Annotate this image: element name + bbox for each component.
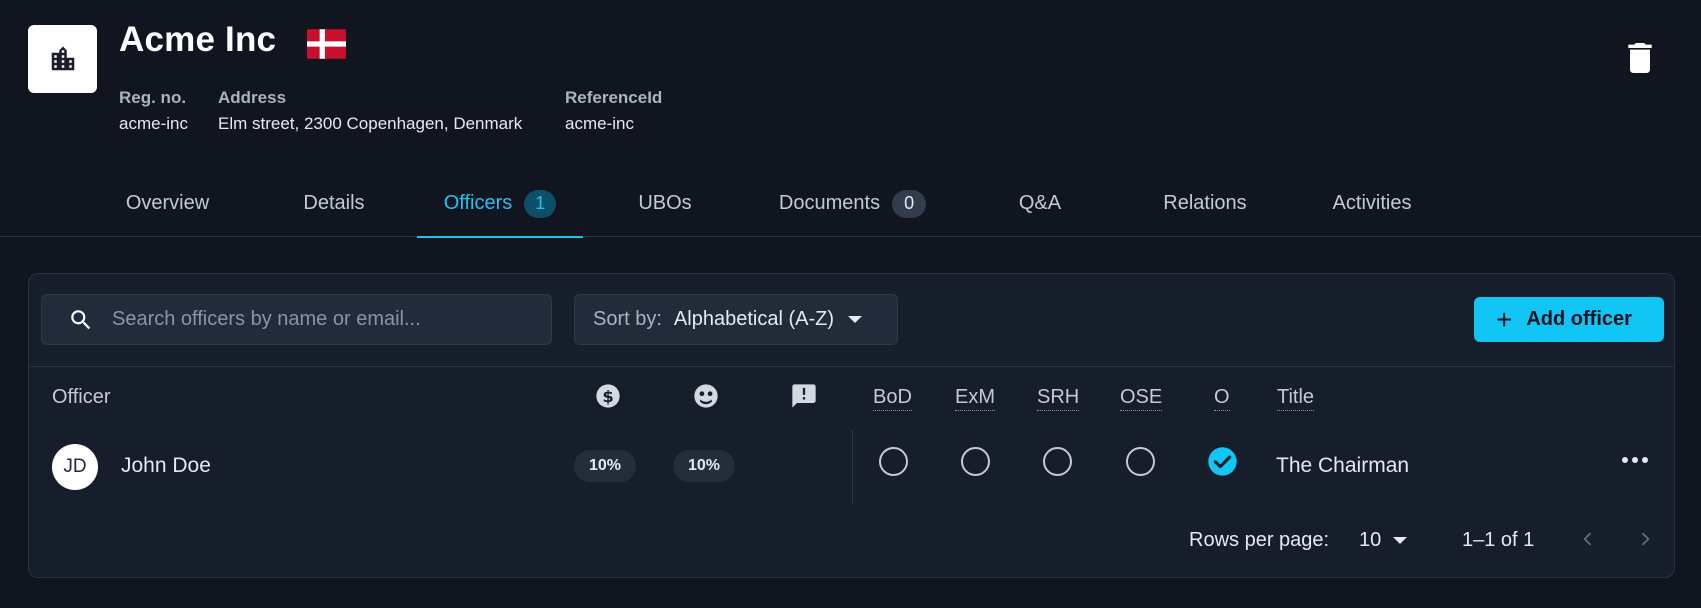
tab-details[interactable]: Details	[290, 170, 378, 237]
building-icon	[51, 46, 74, 71]
column-divider	[852, 430, 853, 504]
tab-qa[interactable]: Q&A	[1010, 170, 1070, 237]
address-value: Elm street, 2300 Copenhagen, Denmark	[218, 114, 523, 133]
chevron-down-icon	[1393, 536, 1408, 544]
reference-id-value: acme-inc	[565, 114, 634, 133]
tab-bar: Overview Details Officers 1 UBOs Documen…	[0, 170, 1701, 238]
feedback-alert-icon[interactable]	[790, 382, 818, 410]
srh-radio[interactable]	[1043, 447, 1072, 476]
avatar: JD	[52, 444, 98, 490]
svg-text:$: $	[602, 387, 613, 406]
officers-card: Sort by: Alphabetical (A-Z) + Add office…	[28, 273, 1675, 578]
tab-label: Relations	[1163, 192, 1247, 214]
column-header-exm[interactable]: ExM	[955, 386, 995, 411]
ownership-badge: 10%	[574, 450, 636, 482]
column-header-bod[interactable]: BoD	[873, 386, 912, 411]
rows-per-page-select[interactable]: 10	[1359, 525, 1408, 555]
reference-id-label: ReferenceId	[565, 88, 663, 107]
officer-title: The Chairman	[1276, 454, 1410, 477]
pagination-range: 1–1 of 1	[1462, 529, 1535, 551]
trash-icon[interactable]	[1628, 43, 1652, 73]
sort-select[interactable]: Sort by: Alphabetical (A-Z)	[574, 294, 898, 345]
add-officer-label: Add officer	[1526, 308, 1632, 330]
reg-no-field: Reg. no. acme-inc	[119, 88, 188, 134]
company-name: Acme Inc	[119, 20, 277, 59]
officer-name[interactable]: John Doe	[121, 454, 211, 478]
check-circle-icon[interactable]	[1207, 446, 1238, 477]
rows-per-page-label: Rows per page:	[1189, 529, 1330, 551]
ose-radio[interactable]	[1126, 447, 1155, 476]
company-logo	[28, 25, 97, 93]
exm-radio[interactable]	[961, 447, 990, 476]
dot	[1642, 457, 1648, 463]
chevron-right-icon[interactable]	[1635, 529, 1655, 549]
reference-id-field: ReferenceId acme-inc	[565, 88, 662, 134]
column-header-srh[interactable]: SRH	[1037, 386, 1080, 411]
chevron-left-icon[interactable]	[1578, 529, 1598, 549]
officers-toolbar: Sort by: Alphabetical (A-Z) + Add office…	[29, 274, 1674, 367]
face-circle-icon[interactable]	[692, 382, 720, 410]
column-header-ose[interactable]: OSE	[1120, 386, 1163, 411]
tab-label: Officers	[443, 192, 513, 214]
more-actions-icon[interactable]	[1622, 457, 1648, 463]
rows-per-page-value: 10	[1359, 528, 1382, 551]
reg-no-value: acme-inc	[119, 114, 188, 133]
search-input[interactable]	[112, 295, 532, 344]
search-box[interactable]	[41, 294, 552, 345]
tab-label: Details	[303, 192, 365, 214]
add-officer-button[interactable]: + Add officer	[1474, 297, 1664, 342]
sort-label: Sort by:	[593, 308, 662, 330]
column-header-o[interactable]: O	[1214, 386, 1230, 411]
tab-label: Documents	[778, 192, 881, 214]
dollar-circle-icon[interactable]: $	[594, 382, 622, 410]
tab-label: Q&A	[1018, 192, 1062, 214]
denmark-flag-icon	[307, 29, 346, 59]
tab-label: UBOs	[638, 192, 692, 214]
tab-ubos[interactable]: UBOs	[633, 170, 697, 237]
tab-documents[interactable]: Documents 0	[770, 170, 935, 237]
tab-label: Overview	[125, 192, 210, 214]
address-label: Address	[218, 88, 287, 107]
address-field: Address Elm street, 2300 Copenhagen, Den…	[218, 88, 522, 134]
chevron-down-icon	[847, 316, 862, 323]
plus-icon: +	[1496, 303, 1513, 335]
bod-radio[interactable]	[879, 447, 908, 476]
voting-badge: 10%	[673, 450, 735, 482]
tab-label: Activities	[1332, 192, 1412, 214]
column-header-officer[interactable]: Officer	[52, 386, 111, 409]
tab-activities[interactable]: Activities	[1322, 170, 1422, 237]
sort-value: Alphabetical (A-Z)	[673, 308, 834, 330]
reg-no-label: Reg. no.	[119, 88, 187, 107]
tab-count-badge: 0	[892, 189, 927, 218]
dot	[1632, 457, 1638, 463]
tab-overview[interactable]: Overview	[115, 170, 220, 237]
tab-relations[interactable]: Relations	[1155, 170, 1255, 237]
tab-count-badge: 1	[524, 189, 557, 218]
search-icon	[71, 310, 91, 330]
column-header-title[interactable]: Title	[1277, 386, 1315, 411]
tab-officers[interactable]: Officers 1	[417, 170, 583, 238]
dot	[1622, 457, 1628, 463]
